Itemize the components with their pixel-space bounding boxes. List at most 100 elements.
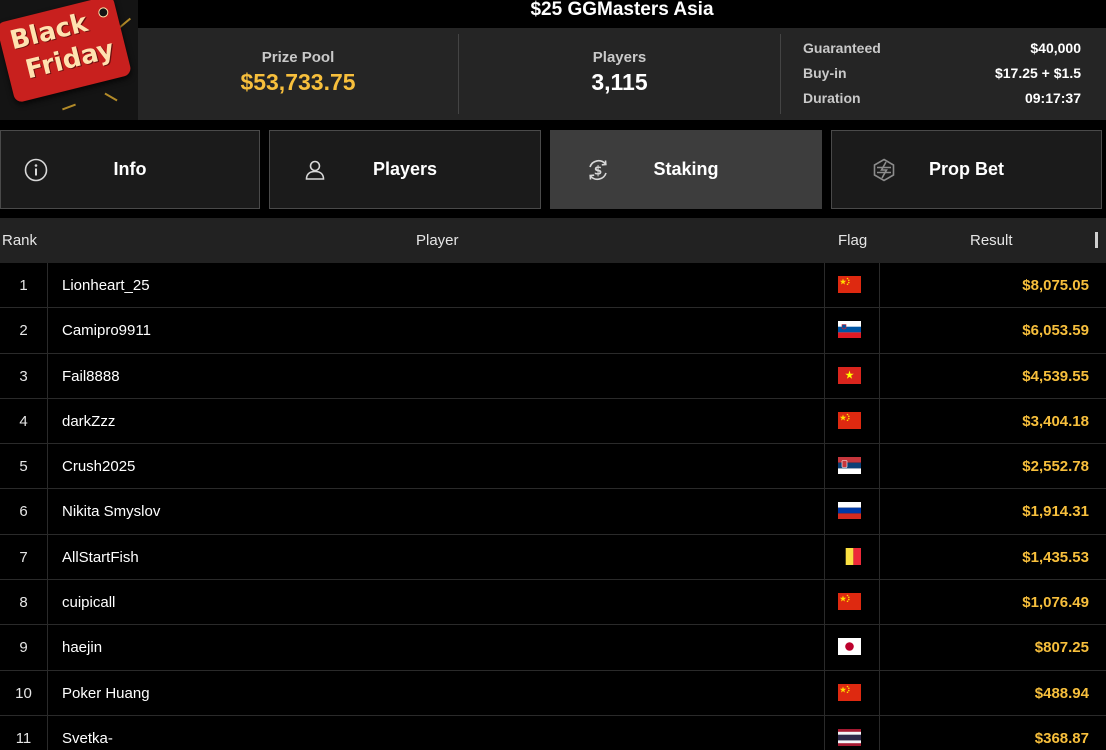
prize-pool-label: Prize Pool [261, 49, 335, 66]
tab-info-label: Info [113, 159, 147, 179]
flag-cn-icon [838, 276, 861, 293]
table-row[interactable]: 3 Fail8888 $4,539.55 [0, 353, 1106, 399]
table-row[interactable]: 11 Svetka- $368.87 [0, 715, 1106, 750]
guaranteed-label: Guaranteed [803, 40, 881, 56]
rank-column-header[interactable]: Rank [2, 232, 37, 249]
scrollbar-thumb[interactable] [1095, 232, 1098, 248]
result-amount: $1,435.53 [1022, 548, 1089, 566]
player-name[interactable]: Camipro9911 [62, 322, 151, 339]
column-divider [47, 670, 48, 715]
player-column-header[interactable]: Player [416, 232, 459, 249]
table-row[interactable]: 1 Lionheart_25 $8,075.05 [0, 263, 1106, 309]
table-row[interactable]: 8 cuipicall $1,076.49 [0, 580, 1106, 626]
result-amount: $3,404.18 [1022, 412, 1089, 430]
column-divider [879, 308, 880, 353]
table-row[interactable]: 4 darkZzz $3,404.18 [0, 398, 1106, 445]
column-divider [47, 715, 48, 750]
table-row[interactable]: 5 Crush2025 $2,552.78 [0, 444, 1106, 490]
result-amount: $488.94 [1034, 684, 1089, 702]
column-divider [879, 670, 880, 715]
tab-prop-bet[interactable]: Prop Bet [831, 130, 1102, 209]
black-friday-banner[interactable]: Black Friday [0, 0, 138, 120]
rank-cell: 1 [19, 277, 28, 294]
tab-info[interactable]: Info [0, 130, 260, 209]
column-divider [879, 489, 880, 534]
player-name[interactable]: haejin [62, 639, 102, 656]
column-divider [47, 398, 48, 444]
column-divider [879, 580, 880, 625]
column-divider [47, 625, 48, 670]
players-stat: Players 3,115 [459, 28, 780, 120]
column-divider [47, 308, 48, 353]
tab-prop-bet-label: Prop Bet [928, 159, 1004, 179]
column-divider [47, 534, 48, 580]
rank-cell: 10 [15, 684, 32, 702]
buyin-value: $17.25 + $1.5 [994, 65, 1081, 81]
column-divider [824, 308, 825, 353]
player-name[interactable]: Nikita Smyslov [62, 503, 160, 520]
rank-cell: 4 [19, 412, 28, 430]
players-value: 3,115 [591, 69, 648, 95]
flag-column-header[interactable]: Flag [838, 232, 867, 249]
player-name[interactable]: Poker Huang [62, 685, 150, 702]
guaranteed-row: Guaranteed $40,000 [803, 40, 1081, 60]
column-divider [879, 444, 880, 489]
rank-cell: 6 [19, 503, 28, 521]
flag-cn-icon [838, 593, 861, 611]
flag-be-icon [838, 547, 861, 565]
tab-staking-label: Staking [653, 159, 719, 179]
table-row[interactable]: 2 Camipro9911 $6,053.59 [0, 308, 1106, 354]
result-amount: $4,539.55 [1022, 367, 1089, 385]
column-divider [824, 489, 825, 534]
table-row[interactable]: 9 haejin $807.25 [0, 625, 1106, 671]
prize-pool-stat: Prize Pool $53,733.75 [138, 28, 458, 120]
flag-cn-icon [838, 683, 861, 701]
column-divider [879, 398, 880, 444]
duration-value: 09:17:37 [1024, 90, 1081, 106]
flag-jp-icon [838, 638, 861, 656]
column-divider [824, 444, 825, 489]
player-name[interactable]: Crush2025 [62, 458, 135, 475]
column-divider [824, 670, 825, 715]
tournament-stats-panel: Prize Pool $53,733.75 Players 3,115 Guar… [138, 28, 1106, 120]
table-row[interactable]: 6 Nikita Smyslov $1,914.31 [0, 489, 1106, 535]
results-table-body: 1 Lionheart_25 $8,075.05 2 Camipro9911 $6,053… [0, 263, 1106, 750]
rank-cell: 9 [19, 639, 28, 657]
player-name[interactable]: Fail8888 [62, 368, 120, 385]
results-table-header: Rank Player Flag Result [0, 218, 1106, 263]
rank-cell: 3 [19, 367, 28, 385]
buyin-row: Buy-in $17.25 + $1.5 [803, 65, 1081, 85]
column-divider [879, 263, 880, 308]
rank-cell: 11 [15, 729, 32, 747]
result-column-header[interactable]: Result [970, 232, 1013, 249]
result-amount: $368.87 [1034, 729, 1089, 747]
column-divider [47, 263, 48, 308]
column-divider [47, 489, 48, 534]
flag-th-icon [838, 728, 861, 746]
column-divider [824, 534, 825, 580]
flag-si-icon [838, 321, 861, 339]
table-row[interactable]: 10 Poker Huang $488.94 [0, 670, 1106, 716]
tab-staking[interactable]: $ Staking [550, 130, 822, 209]
column-divider [824, 263, 825, 308]
flag-vn-icon [838, 366, 861, 384]
column-divider [879, 625, 880, 670]
player-name[interactable]: Svetka- [62, 730, 113, 747]
table-row[interactable]: 7 AllStartFish $1,435.53 [0, 534, 1106, 581]
player-name[interactable]: AllStartFish [62, 549, 139, 566]
tab-players-label: Players [372, 159, 438, 179]
player-name[interactable]: darkZzz [62, 413, 115, 430]
tab-players[interactable]: Players [269, 130, 541, 209]
player-name[interactable]: Lionheart_25 [62, 277, 150, 294]
buyin-label: Buy-in [803, 65, 847, 81]
column-divider [824, 398, 825, 444]
rank-cell: 2 [19, 322, 28, 340]
result-amount: $1,076.49 [1022, 594, 1089, 612]
result-amount: $8,075.05 [1022, 277, 1089, 294]
column-divider [879, 715, 880, 750]
flag-cn-icon [838, 411, 861, 429]
result-amount: $1,914.31 [1022, 503, 1089, 521]
rank-cell: 8 [19, 594, 28, 612]
rank-cell: 7 [19, 548, 28, 566]
player-name[interactable]: cuipicall [62, 594, 115, 611]
